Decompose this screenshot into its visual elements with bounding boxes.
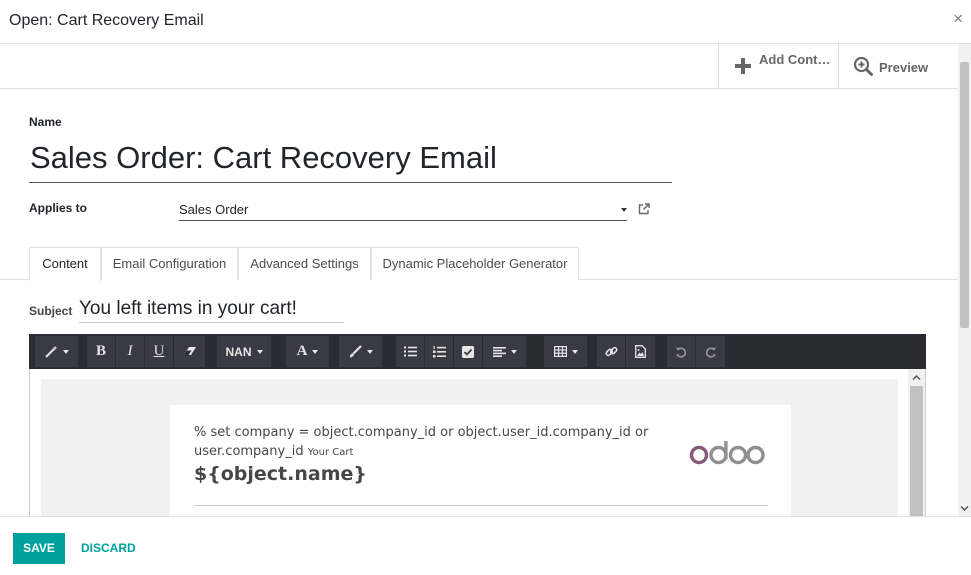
underline-button[interactable]: U [145,336,174,367]
toolbar-group-color: A [286,336,329,367]
dialog-scrollbar-thumb[interactable] [960,62,969,328]
editor-template-text[interactable]: % set company = object.company_id or obj… [194,423,674,462]
undo-button[interactable] [667,336,696,367]
tab-advanced-settings[interactable]: Advanced Settings [238,247,371,280]
scroll-down-icon[interactable] [960,504,969,513]
name-input[interactable]: Sales Order: Cart Recovery Email [29,136,672,183]
dropdown-caret-icon [62,349,69,354]
name-label: Name [29,115,62,129]
dropdown-caret-icon [510,349,517,354]
subject-label: Subject [29,304,73,318]
font-color-button[interactable]: A [286,336,329,367]
tab-content[interactable]: Content [29,247,101,281]
save-button[interactable]: SAVE [13,533,65,564]
font-color-icon: A [296,343,308,359]
align-left-icon [492,346,506,357]
notebook-tabs: Content Email Configuration Advanced Set… [0,247,958,281]
insert-image-button[interactable] [626,336,655,367]
editor-scrollbar[interactable] [908,369,925,516]
underline-icon: U [153,343,165,359]
bold-icon: B [95,343,106,359]
italic-button[interactable]: I [116,336,145,367]
font-size-button[interactable]: NAN [217,336,271,367]
checklist-button[interactable] [454,336,483,367]
bullet-list-button[interactable] [396,336,425,367]
dialog-title: Open: Cart Recovery Email [9,12,204,29]
bullet-list-icon [403,346,417,357]
your-cart-text: Your Cart [307,447,354,458]
toolbar-group-style [35,336,78,367]
magic-wand-button[interactable] [35,336,78,367]
template-line-1: % set company = object.company_id or obj… [194,425,649,440]
editor-scrollbar-thumb[interactable] [910,386,923,516]
dialog-footer: SAVE DISCARD [0,516,971,575]
toolbar-group-size: NAN [217,336,271,367]
editor-toolbar: B I U NAN A [29,334,926,369]
font-size-label: NAN [225,344,252,359]
redo-button[interactable] [696,336,725,367]
magic-wand-icon [44,345,57,358]
preview-button[interactable]: Preview [838,44,958,88]
toolbar-group-table [544,336,587,367]
undo-icon [675,346,687,358]
dialog-header: Open: Cart Recovery Email × [0,0,971,44]
eraser-icon [183,347,196,355]
applies-to-value: Sales Order [179,202,249,217]
editor-background: % set company = object.company_id or obj… [41,379,898,516]
discard-button[interactable]: DISCARD [81,533,136,564]
caret-down-icon [621,208,627,212]
applies-to-select[interactable]: Sales Order [179,200,627,221]
scroll-up-icon[interactable] [912,373,921,382]
template-line-2: user.company_id [194,444,304,459]
preview-label: Preview [879,60,929,75]
insert-table-button[interactable] [544,336,587,367]
toolbar-group-history [667,336,725,367]
background-color-button[interactable] [339,336,382,367]
dropdown-caret-icon [256,349,263,354]
link-icon [604,346,618,357]
toolbar-group-insert [597,336,655,367]
bold-button[interactable]: B [87,336,116,367]
insert-link-button[interactable] [597,336,626,367]
add-context-action-label: Add Context Action [759,52,833,67]
email-body-editor[interactable]: % set company = object.company_id or obj… [29,369,926,516]
numbered-list-button[interactable] [425,336,454,367]
tab-email-configuration[interactable]: Email Configuration [101,247,238,280]
toolbar-group-font: B I U [87,336,205,367]
subject-input[interactable]: You left items in your cart! [79,296,344,323]
object-name-placeholder[interactable]: ${object.name} [194,463,367,485]
remove-format-button[interactable] [174,336,205,367]
plus-icon [735,58,751,74]
applies-to-label: Applies to [29,201,88,215]
toolbar-group-lists [396,336,526,367]
checkbox-icon [462,345,474,358]
numbered-list-icon [432,345,446,357]
button-box: Add Context Action Preview [0,44,958,89]
redo-icon [705,346,716,358]
dropdown-caret-icon [571,349,578,354]
add-context-action-button[interactable]: Add Context Action [718,44,838,88]
table-icon [553,346,567,357]
italic-icon: I [127,343,133,359]
dropdown-caret-icon [366,349,373,354]
zoom-in-icon [853,56,873,76]
paintbrush-icon [349,345,362,358]
odoo-logo [689,441,765,465]
external-link-icon[interactable] [637,202,651,216]
tab-dynamic-placeholder-generator[interactable]: Dynamic Placeholder Generator [371,247,579,280]
image-file-icon [635,345,646,358]
dropdown-caret-icon [312,349,319,354]
close-icon[interactable]: × [953,10,963,27]
divider [194,505,768,506]
dialog-scrollbar[interactable] [958,44,971,516]
email-header-card: % set company = object.company_id or obj… [170,405,791,516]
toolbar-group-background [339,336,382,367]
paragraph-align-button[interactable] [483,336,526,367]
